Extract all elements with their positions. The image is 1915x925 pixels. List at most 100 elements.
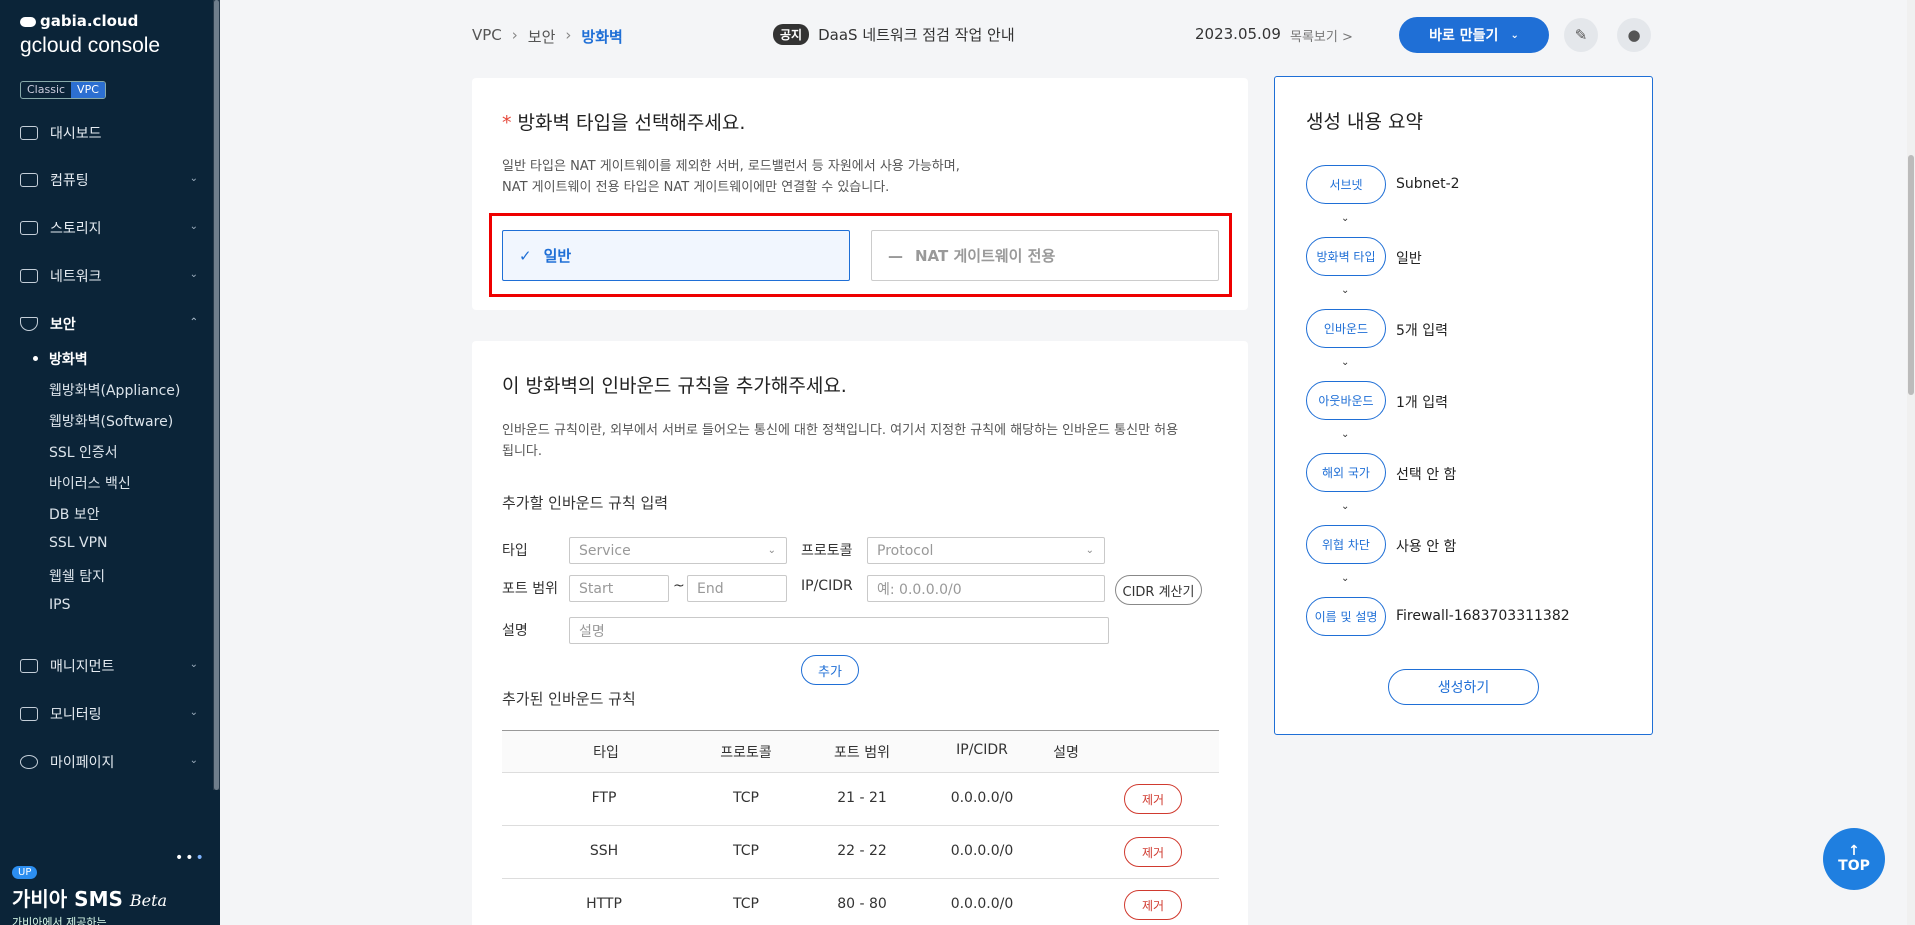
up-badge: UP	[12, 866, 38, 879]
sub-db-security[interactable]: DB 보안	[49, 504, 100, 524]
step-inbound[interactable]: 인바운드	[1306, 309, 1386, 348]
env-toggle[interactable]: Classic VPC	[20, 81, 106, 99]
env-classic[interactable]: Classic	[21, 82, 71, 98]
scroll-top-button[interactable]: ↑ TOP	[1823, 828, 1885, 890]
chevron-up-icon: ⌃	[189, 317, 198, 328]
chevron-down-icon: ⌄	[189, 269, 198, 280]
step-outbound[interactable]: 아웃바운드	[1306, 381, 1386, 420]
menu-mypage[interactable]: 마이페이지 ⌄	[20, 750, 198, 774]
menu-label: 컴퓨팅	[50, 173, 89, 189]
menu-label: 네트워크	[50, 269, 102, 285]
sub-ips[interactable]: IPS	[49, 597, 70, 613]
ip-cidr-input[interactable]: 예: 0.0.0.0/0	[867, 575, 1105, 602]
brand-main-text[interactable]: gcloud console	[20, 34, 160, 58]
breadcrumb-firewall: 방화벽	[581, 28, 623, 46]
type-option-nat[interactable]: — NAT 게이트웨이 전용	[871, 230, 1219, 281]
port-start-input[interactable]: Start	[569, 575, 669, 602]
chat-icon[interactable]: ✎	[1564, 18, 1598, 52]
protocol-select-value: Protocol	[877, 542, 934, 559]
menu-computing[interactable]: 컴퓨팅 ⌄	[20, 168, 198, 192]
sub-waf-appliance[interactable]: 웹방화벽(Appliance)	[49, 380, 180, 400]
sub-webshell[interactable]: 웹쉘 탐지	[49, 566, 105, 586]
menu-label: 모니터링	[50, 707, 102, 723]
sub-ssl-vpn[interactable]: SSL VPN	[49, 535, 108, 551]
breadcrumb: VPC › 보안 › 방화벽	[472, 26, 623, 47]
profile-icon[interactable]: ●	[1617, 18, 1651, 52]
breadcrumb-vpc[interactable]: VPC	[472, 26, 502, 47]
chevron-right-icon: ›	[511, 26, 518, 44]
sub-ssl-cert[interactable]: SSL 인증서	[49, 442, 118, 462]
sub-firewall[interactable]: 방화벽	[33, 349, 88, 369]
monitoring-icon	[20, 707, 38, 721]
col-ip: IP/CIDR	[956, 742, 1008, 758]
protocol-select[interactable]: Protocol ⌄	[867, 537, 1105, 564]
brand-logo[interactable]: gabia.cloud	[20, 12, 138, 30]
ip-label: IP/CIDR	[801, 578, 853, 594]
menu-security[interactable]: 보안 ⌃	[20, 312, 198, 336]
menu-label: 마이페이지	[50, 755, 115, 771]
more-dots-icon[interactable]: •••	[175, 850, 206, 866]
step-outbound-value: 1개 입력	[1396, 395, 1448, 411]
row-protocol: TCP	[733, 896, 759, 912]
cidr-calculator-button[interactable]: CIDR 계산기	[1115, 575, 1202, 605]
notice-banner[interactable]: 공지 DaaS 네트워크 점검 작업 안내	[773, 24, 1015, 45]
arrow-up-icon: ↑	[1848, 843, 1860, 859]
menu-storage[interactable]: 스토리지 ⌄	[20, 216, 198, 240]
type-option-general[interactable]: ✓ 일반	[502, 230, 850, 281]
row-protocol: TCP	[733, 790, 759, 806]
notice-list-link[interactable]: 목록보기 >	[1290, 26, 1353, 45]
menu-dashboard[interactable]: 대시보드	[20, 121, 198, 145]
main-scrollbar-thumb[interactable]	[1908, 155, 1914, 395]
chevron-down-icon: ⌄	[189, 173, 198, 184]
remove-rule-button[interactable]: 제거	[1124, 784, 1182, 814]
chevron-down-icon: ⌄	[1510, 29, 1519, 41]
check-icon: ✓	[519, 246, 532, 265]
chevron-down-icon: ⌄	[1341, 573, 1350, 584]
create-button[interactable]: 생성하기	[1388, 669, 1539, 705]
env-vpc[interactable]: VPC	[71, 82, 105, 98]
network-icon	[20, 269, 38, 283]
quick-create-button[interactable]: 바로 만들기 ⌄	[1399, 17, 1549, 53]
row-type: FTP	[591, 790, 617, 806]
remove-rule-button[interactable]: 제거	[1124, 890, 1182, 920]
row-ip: 0.0.0.0/0	[950, 790, 1014, 806]
type-desc-line2: NAT 게이트웨이 전용 타입은 NAT 게이트웨이에만 연결할 수 있습니다.	[502, 180, 890, 195]
step-firewall-type[interactable]: 방화벽 타입	[1306, 237, 1386, 276]
step-firewall-type-value: 일반	[1396, 251, 1422, 267]
col-port: 포트 범위	[834, 745, 890, 761]
description-input[interactable]: 설명	[569, 617, 1109, 644]
chevron-down-icon: ⌄	[1341, 357, 1350, 368]
port-end-input[interactable]: End	[687, 575, 787, 602]
chevron-down-icon: ⌄	[1085, 545, 1094, 556]
row-divider	[502, 825, 1219, 826]
port-tilde: ~	[673, 578, 685, 594]
dashboard-icon	[20, 126, 38, 140]
step-threat-block-value: 사용 안 함	[1396, 539, 1457, 555]
sub-waf-software[interactable]: 웹방화벽(Software)	[49, 411, 173, 431]
col-desc: 설명	[1053, 745, 1079, 761]
step-foreign-country[interactable]: 해외 국가	[1306, 453, 1386, 492]
main-scrollbar-track[interactable]	[1907, 0, 1915, 925]
step-threat-block[interactable]: 위협 차단	[1306, 525, 1386, 564]
service-select-value: Service	[579, 542, 631, 559]
step-name-desc[interactable]: 이름 및 설명	[1306, 597, 1386, 636]
step-subnet[interactable]: 서브넷	[1306, 165, 1386, 204]
row-port: 21 - 21	[837, 790, 887, 806]
sub-antivirus[interactable]: 바이러스 백신	[49, 473, 131, 493]
user-icon	[20, 755, 38, 769]
menu-management[interactable]: 매니지먼트 ⌄	[20, 654, 198, 678]
service-select[interactable]: Service ⌄	[569, 537, 787, 564]
menu-monitoring[interactable]: 모니터링 ⌄	[20, 702, 198, 726]
remove-rule-button[interactable]: 제거	[1124, 837, 1182, 867]
summary-title: 생성 내용 요약	[1306, 111, 1423, 133]
shield-icon	[20, 317, 38, 331]
required-asterisk: *	[502, 112, 512, 134]
chevron-down-icon: ⌄	[1341, 429, 1350, 440]
menu-network[interactable]: 네트워크 ⌄	[20, 264, 198, 288]
add-rule-button[interactable]: 추가	[801, 655, 859, 685]
breadcrumb-security[interactable]: 보안	[528, 26, 556, 47]
sms-banner-title[interactable]: 가비아 SMS Beta	[12, 883, 167, 912]
sidebar-scrollbar-thumb[interactable]	[214, 0, 219, 790]
inbound-title: 이 방화벽의 인바운드 규칙을 추가해주세요.	[502, 375, 847, 397]
type-option-nat-label: NAT 게이트웨이 전용	[915, 247, 1056, 265]
